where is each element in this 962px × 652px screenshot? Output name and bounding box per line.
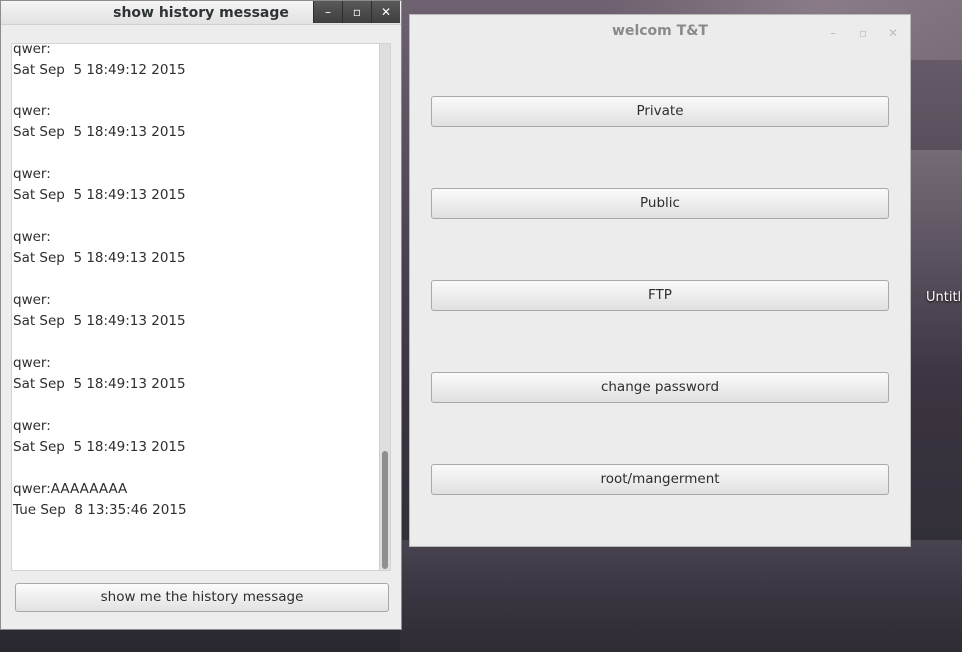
message-time: Tue Sep 8 13:35:46 2015 xyxy=(13,502,187,518)
message-sender: qwer: xyxy=(13,418,51,434)
message-sender: qwer: xyxy=(13,103,51,119)
minimize-icon[interactable]: – xyxy=(313,1,342,23)
message-sender: qwer:AAAAAAAA xyxy=(13,481,128,497)
message-time: Sat Sep 5 18:49:12 2015 xyxy=(13,62,186,78)
show-history-button[interactable]: show me the history message xyxy=(15,583,389,612)
message-sender: qwer: xyxy=(13,355,51,371)
change-password-button[interactable]: change password xyxy=(431,372,889,403)
maximize-icon[interactable]: ▫ xyxy=(342,1,371,23)
message-time: Sat Sep 5 18:49:13 2015 xyxy=(13,124,186,140)
message-time: Sat Sep 5 18:49:13 2015 xyxy=(13,376,186,392)
history-window-controls: – ▫ ✕ xyxy=(313,1,400,23)
maximize-icon[interactable]: ▫ xyxy=(848,21,878,45)
desktop-icon-label[interactable]: Untitl xyxy=(926,290,961,305)
minimize-icon[interactable]: – xyxy=(818,21,848,45)
close-icon[interactable]: ✕ xyxy=(371,1,400,23)
list-item: qwer: Sat Sep 5 18:49:13 2015 xyxy=(13,416,187,479)
message-sender: qwer: xyxy=(13,292,51,308)
list-item: qwer:AAAAAAAA Tue Sep 8 13:35:46 2015 xyxy=(13,479,187,542)
root-management-button[interactable]: root/mangerment xyxy=(431,464,889,495)
welcome-titlebar[interactable]: welcom T&T – ▫ ✕ xyxy=(410,15,910,40)
list-item: qwer: Sat Sep 5 18:49:13 2015 xyxy=(13,290,187,353)
list-item: qwer: Sat Sep 5 18:49:13 2015 xyxy=(13,353,187,416)
message-time: Sat Sep 5 18:49:13 2015 xyxy=(13,313,186,329)
list-item: qwer: Sat Sep 5 18:49:13 2015 xyxy=(13,101,187,164)
welcome-window-controls: – ▫ ✕ xyxy=(818,21,908,45)
background-beach xyxy=(400,540,962,652)
history-text-area[interactable]: qwer: Sat Sep 5 18:49:12 2015 qwer: Sat … xyxy=(11,43,391,571)
message-time: Sat Sep 5 18:49:13 2015 xyxy=(13,439,186,455)
public-button[interactable]: Public xyxy=(431,188,889,219)
history-titlebar[interactable]: show history message – ▫ ✕ xyxy=(1,1,401,25)
close-icon[interactable]: ✕ xyxy=(878,21,908,45)
welcome-window: welcom T&T – ▫ ✕ Private Public FTP chan… xyxy=(409,14,911,547)
message-time: Sat Sep 5 18:49:13 2015 xyxy=(13,187,186,203)
history-message-list: qwer: Sat Sep 5 18:49:12 2015 qwer: Sat … xyxy=(13,43,187,542)
history-window: show history message – ▫ ✕ qwer: Sat Sep… xyxy=(0,0,402,630)
ftp-button[interactable]: FTP xyxy=(431,280,889,311)
message-sender: qwer: xyxy=(13,166,51,182)
message-time: Sat Sep 5 18:49:13 2015 xyxy=(13,250,186,266)
message-sender: qwer: xyxy=(13,43,51,57)
message-sender: qwer: xyxy=(13,229,51,245)
list-item: qwer: Sat Sep 5 18:49:13 2015 xyxy=(13,164,187,227)
vertical-scrollbar[interactable] xyxy=(379,44,390,570)
scrollbar-thumb[interactable] xyxy=(382,451,388,569)
list-item: qwer: Sat Sep 5 18:49:12 2015 xyxy=(13,43,187,101)
list-item: qwer: Sat Sep 5 18:49:13 2015 xyxy=(13,227,187,290)
private-button[interactable]: Private xyxy=(431,96,889,127)
